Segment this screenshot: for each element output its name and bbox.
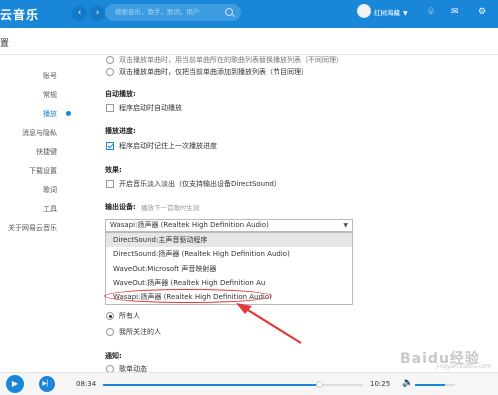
autoplay-label: 程序启动时自动播放 [119, 104, 182, 112]
search-placeholder: 搜索音乐，歌手，歌词，用户 [115, 8, 200, 16]
sidebar-item-tools[interactable]: 工具 [43, 204, 57, 214]
dropdown-option-directsound-main[interactable]: DirectSound:主声音驱动程序 [106, 233, 352, 247]
current-time: 08:34 [76, 380, 97, 388]
autoplay-title: 自动播放: [105, 90, 136, 98]
volume-slider[interactable] [415, 384, 455, 386]
dropdown-option-waveout-speaker[interactable]: WaveOut:扬声器 (Realtek High Definition Au [106, 276, 352, 290]
remember-progress-label: 程序启动时记住上一次播放进度 [119, 142, 217, 150]
progress-fill [103, 384, 319, 386]
dblclick-add-label: 双击播放单曲时，仅把当前单曲添加到播放列表（节目同理） [119, 68, 308, 76]
play-button[interactable]: ▶ [6, 375, 24, 393]
output-device-selected: Wasapi:扬声器 (Realtek High Definition Audi… [110, 221, 269, 229]
dblclick-add-radio[interactable] [106, 68, 114, 76]
notify-title: 通知: [105, 352, 122, 360]
sidebar-item-shortcuts[interactable]: 快捷键 [36, 147, 57, 157]
fade-checkbox[interactable] [106, 180, 114, 188]
dblclick-replace-radio[interactable] [106, 56, 114, 64]
progress-knob[interactable] [315, 381, 323, 388]
autoplay-checkbox[interactable] [106, 104, 114, 112]
volume-icon[interactable]: 🔈 [402, 378, 413, 388]
active-indicator [66, 111, 71, 116]
volume-fill [415, 384, 445, 386]
privacy-all-label: 所有人 [119, 312, 140, 320]
player-bar: ▶ ▶▏ 08:34 10:25 🔈 [0, 372, 498, 395]
username[interactable]: 红树海藏 [374, 7, 400, 17]
next-button[interactable]: ▶▏ [39, 376, 55, 392]
mail-icon[interactable]: ✉ [451, 6, 459, 18]
page-title: 置 [0, 39, 10, 49]
sidebar-item-account[interactable]: 账号 [43, 71, 57, 81]
output-title: 输出设备: [105, 203, 136, 211]
dropdown-option-wasapi-speaker[interactable]: Wasapi:扬声器 (Realtek High Definition Audi… [106, 290, 352, 304]
avatar[interactable] [357, 4, 371, 18]
sidebar-item-about[interactable]: 关于网易云音乐 [8, 223, 57, 233]
chevron-down-icon[interactable]: ▼ [343, 220, 348, 231]
progress-title: 播放进度: [105, 127, 136, 135]
search-input[interactable]: 搜索音乐，歌手，歌词，用户 [105, 4, 241, 21]
total-time: 10:25 [370, 380, 391, 388]
output-device-select[interactable]: Wasapi:扬声器 (Realtek High Definition Audi… [105, 219, 353, 232]
output-device-dropdown: DirectSound:主声音驱动程序 DirectSound:扬声器 (Rea… [105, 232, 353, 305]
title-bar: 云音乐 ‹ › 搜索音乐，歌手，歌词，用户 红树海藏 ▼ ♧ ✉ ⚙ [0, 0, 498, 28]
privacy-following-label: 我所关注的人 [119, 328, 161, 336]
dropdown-option-waveout-mapper[interactable]: WaveOut:Microsoft 声音映射器 [106, 262, 352, 276]
sidebar-item-playback[interactable]: 播放 [43, 109, 57, 119]
output-note: 播放下一首歌时生效 [141, 204, 200, 212]
dblclick-replace-label: 双击播放单曲时，用当前单曲所在的歌曲列表替换播放列表（不同同理） [119, 56, 343, 64]
dropdown-option-directsound-speaker[interactable]: DirectSound:扬声器 (Realtek High Definition… [106, 247, 352, 261]
sidebar-item-download[interactable]: 下载设置 [29, 166, 57, 176]
watermark-url: jingyan.baidu.com [436, 363, 492, 370]
sidebar-item-privacy[interactable]: 消息与隐私 [22, 128, 57, 138]
sidebar-item-lyrics[interactable]: 歌词 [43, 185, 57, 195]
effects-title: 效果: [105, 166, 122, 174]
remember-progress-checkbox[interactable] [106, 142, 114, 150]
progress-slider[interactable] [103, 381, 363, 388]
forward-button[interactable]: › [90, 6, 105, 21]
app-name: 云音乐 [0, 8, 40, 22]
privacy-following-radio[interactable] [106, 328, 114, 336]
settings-icon[interactable]: ⚙ [478, 6, 486, 18]
search-icon[interactable] [225, 8, 233, 16]
sidebar-item-general[interactable]: 常规 [43, 90, 57, 100]
skin-icon[interactable]: ♧ [427, 6, 435, 18]
chevron-down-icon[interactable]: ▼ [403, 8, 408, 20]
privacy-all-radio[interactable] [106, 312, 114, 320]
fade-label: 开启音乐淡入淡出（仅支持输出设备DirectSound） [119, 180, 282, 188]
back-button[interactable]: ‹ [72, 6, 87, 21]
